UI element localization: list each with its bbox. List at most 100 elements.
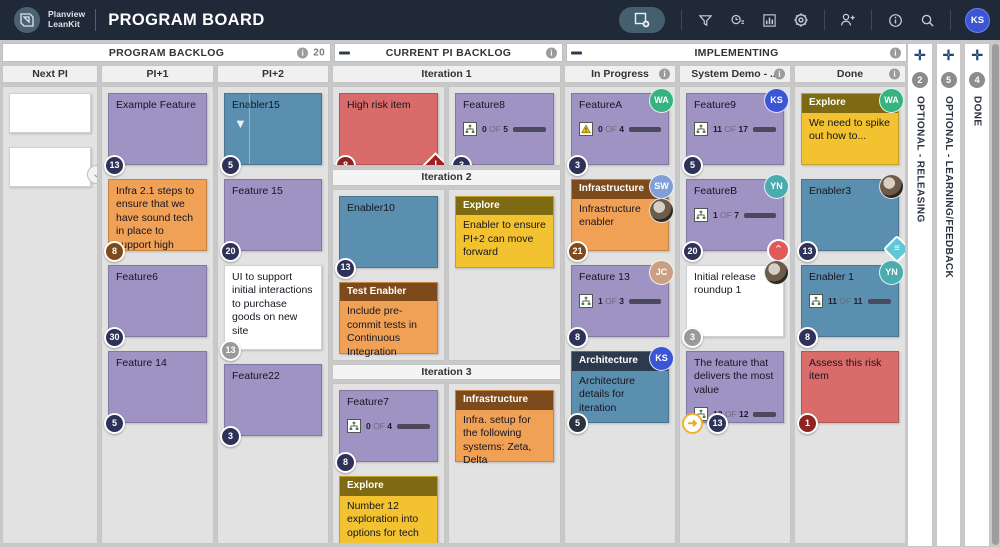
- avatar[interactable]: [649, 198, 674, 223]
- info-icon[interactable]: [880, 5, 910, 35]
- collapse-lane-icon[interactable]: [339, 51, 350, 54]
- vertical-scrollbar[interactable]: [992, 44, 999, 545]
- right-lane-optional-learning[interactable]: ✛ 5 OPTIONAL - LEARNING/FEEDBACK: [936, 43, 962, 547]
- avatar[interactable]: [879, 174, 904, 199]
- card[interactable]: ExploreEnabler to ensure PI+2 can move f…: [455, 196, 554, 268]
- subcolumn-header-in-progress[interactable]: In Progress i: [564, 65, 676, 83]
- card[interactable]: Feature 145: [108, 351, 207, 423]
- subcolumn-header-system-demo[interactable]: System Demo - ... i: [679, 65, 791, 83]
- avatar[interactable]: WA: [649, 88, 674, 113]
- lane-header-program-backlog[interactable]: PROGRAM BACKLOG i 20: [2, 43, 331, 62]
- column-pi1[interactable]: Example Feature13 Infra 2.1 steps to ensu…: [101, 86, 214, 544]
- column-iteration-3-left[interactable]: Feature70 OF 48 ExploreNumber 12 explorat…: [332, 383, 445, 544]
- column-in-progress[interactable]: FeatureA0 OF 4WA3 InfrastructureInfrastru…: [564, 86, 676, 544]
- avatar[interactable]: YN: [879, 260, 904, 285]
- card[interactable]: Test EnablerInclude pre-commit tests in …: [339, 282, 438, 354]
- card[interactable]: Feature223: [224, 364, 322, 436]
- blocked-icon[interactable]: ⌃: [767, 239, 790, 262]
- lane-label: OPTIONAL - LEARNING/FEEDBACK: [943, 96, 954, 278]
- card[interactable]: High risk item!8: [339, 93, 438, 165]
- card[interactable]: Feature80 OF 53: [455, 93, 554, 165]
- card[interactable]: UI to support initial interactions to pu…: [224, 265, 322, 350]
- column-pi2[interactable]: Enabler15▼5 Feature 1520 UI to support ini…: [217, 86, 329, 544]
- add-card-icon[interactable]: ✛: [971, 48, 983, 62]
- card[interactable]: Assess this risk item1: [801, 351, 899, 423]
- brand-logo[interactable]: Planview LeanKit: [14, 7, 85, 33]
- subcolumn-header-iteration-1[interactable]: Iteration 1: [332, 65, 561, 83]
- collapse-lane-icon[interactable]: [571, 51, 582, 54]
- card[interactable]: Infra 2.1 steps to ensure that we have s…: [108, 179, 207, 251]
- add-card-icon[interactable]: ✛: [943, 48, 955, 62]
- card[interactable]: Example Feature13: [108, 93, 207, 165]
- card[interactable]: Feature630: [108, 265, 207, 337]
- card[interactable]: InfrastructureInfra. setup for the follo…: [455, 390, 554, 462]
- settings-gear-icon[interactable]: [786, 5, 816, 35]
- info-icon[interactable]: i: [297, 47, 308, 58]
- progress-indicator: 0 OF 4: [347, 419, 430, 433]
- card[interactable]: Enabler 111 OF 11YN8: [801, 265, 899, 337]
- lane-header-implementing[interactable]: IMPLEMENTING i: [566, 43, 907, 62]
- search-icon[interactable]: [912, 5, 942, 35]
- avatar[interactable]: SW: [649, 174, 674, 199]
- subcolumn-header-pi2[interactable]: PI+2: [217, 65, 329, 83]
- avatar[interactable]: JC: [649, 260, 674, 285]
- brand-name: Planview LeanKit: [48, 10, 85, 30]
- add-card-icon[interactable]: ✛: [914, 48, 926, 62]
- column-next-pi[interactable]: ⌄: [2, 86, 98, 544]
- card[interactable]: Enabler1013: [339, 196, 438, 268]
- card[interactable]: Enabler313: [801, 179, 899, 251]
- info-icon[interactable]: i: [659, 69, 670, 80]
- info-icon[interactable]: i: [889, 69, 900, 80]
- card[interactable]: Feature911 OF 17KS5: [686, 93, 784, 165]
- progress-text: 0 OF 4: [366, 421, 392, 432]
- chevron-down-icon[interactable]: ▼: [234, 116, 247, 133]
- info-icon[interactable]: i: [546, 47, 557, 58]
- subcolumn-header-next-pi[interactable]: Next PI: [2, 65, 98, 83]
- avatar[interactable]: YN: [764, 174, 789, 199]
- card[interactable]: Enabler15▼5: [224, 93, 322, 165]
- subcolumn-header-done[interactable]: Done i: [794, 65, 906, 83]
- card[interactable]: The feature that delivers the most value…: [686, 351, 784, 423]
- info-icon[interactable]: i: [774, 69, 785, 80]
- card[interactable]: Initial release roundup 13: [686, 265, 784, 337]
- card[interactable]: ExploreWe need to spike out how to...WA: [801, 93, 899, 165]
- column-iteration-3-right[interactable]: InfrastructureInfra. setup for the follo…: [448, 383, 561, 544]
- right-lane-done[interactable]: ✛ 4 DONE: [964, 43, 990, 547]
- card[interactable]: FeatureA0 OF 4WA3: [571, 93, 669, 165]
- avatar[interactable]: KS: [965, 8, 990, 33]
- lane-header-current-pi-backlog[interactable]: CURRENT PI BACKLOG i: [334, 43, 563, 62]
- column-iteration-1-left[interactable]: High risk item!8: [332, 86, 445, 166]
- add-card-button[interactable]: [619, 7, 665, 33]
- iteration-divider-2[interactable]: Iteration 2: [332, 169, 561, 186]
- iteration-divider-3[interactable]: Iteration 3: [332, 364, 561, 381]
- card[interactable]: InfrastructureInfrastructure enablerSW21: [571, 179, 669, 251]
- column-iteration-2-right[interactable]: ExploreEnabler to ensure PI+2 can move f…: [448, 189, 561, 361]
- subcolumn-header-pi1[interactable]: PI+1: [101, 65, 214, 83]
- add-user-icon[interactable]: [833, 5, 863, 35]
- subcolumn-header-row: Next PI PI+1 PI+2 Iteration 1 In Progres…: [0, 62, 1000, 83]
- card[interactable]: ExploreNumber 12 exploration into option…: [339, 476, 438, 544]
- card[interactable]: [9, 93, 91, 133]
- avatar[interactable]: [764, 260, 789, 285]
- card[interactable]: Feature 131 OF 3JC8: [571, 265, 669, 337]
- filter-icon[interactable]: [690, 5, 720, 35]
- column-iteration-2-left[interactable]: Enabler1013 Test EnablerInclude pre-commi…: [332, 189, 445, 361]
- tag-icon[interactable]: [883, 235, 906, 263]
- avatar[interactable]: KS: [764, 88, 789, 113]
- right-lane-optional-releasing[interactable]: ✛ 2 OPTIONAL - RELEASING: [907, 43, 933, 547]
- card[interactable]: Feature70 OF 48: [339, 390, 438, 462]
- risk-icon[interactable]: !: [422, 152, 445, 166]
- column-iteration-1-right[interactable]: Feature80 OF 53: [448, 86, 561, 166]
- card[interactable]: Feature 1520: [224, 179, 322, 251]
- card[interactable]: FeatureB1 OF 7YN⌃20: [686, 179, 784, 251]
- move-forward-icon[interactable]: ➜: [682, 413, 703, 434]
- column-system-demo[interactable]: Feature911 OF 17KS5 FeatureB1 OF 7YN⌃20 In…: [679, 86, 791, 544]
- avatar[interactable]: KS: [649, 346, 674, 371]
- avatar[interactable]: WA: [879, 88, 904, 113]
- info-icon[interactable]: i: [890, 47, 901, 58]
- timer-icon[interactable]: [722, 5, 752, 35]
- card[interactable]: ArchitectureArchitecture details for ite…: [571, 351, 669, 423]
- column-done[interactable]: ExploreWe need to spike out how to...WA E…: [794, 86, 906, 544]
- card[interactable]: [9, 147, 91, 187]
- analytics-icon[interactable]: [754, 5, 784, 35]
